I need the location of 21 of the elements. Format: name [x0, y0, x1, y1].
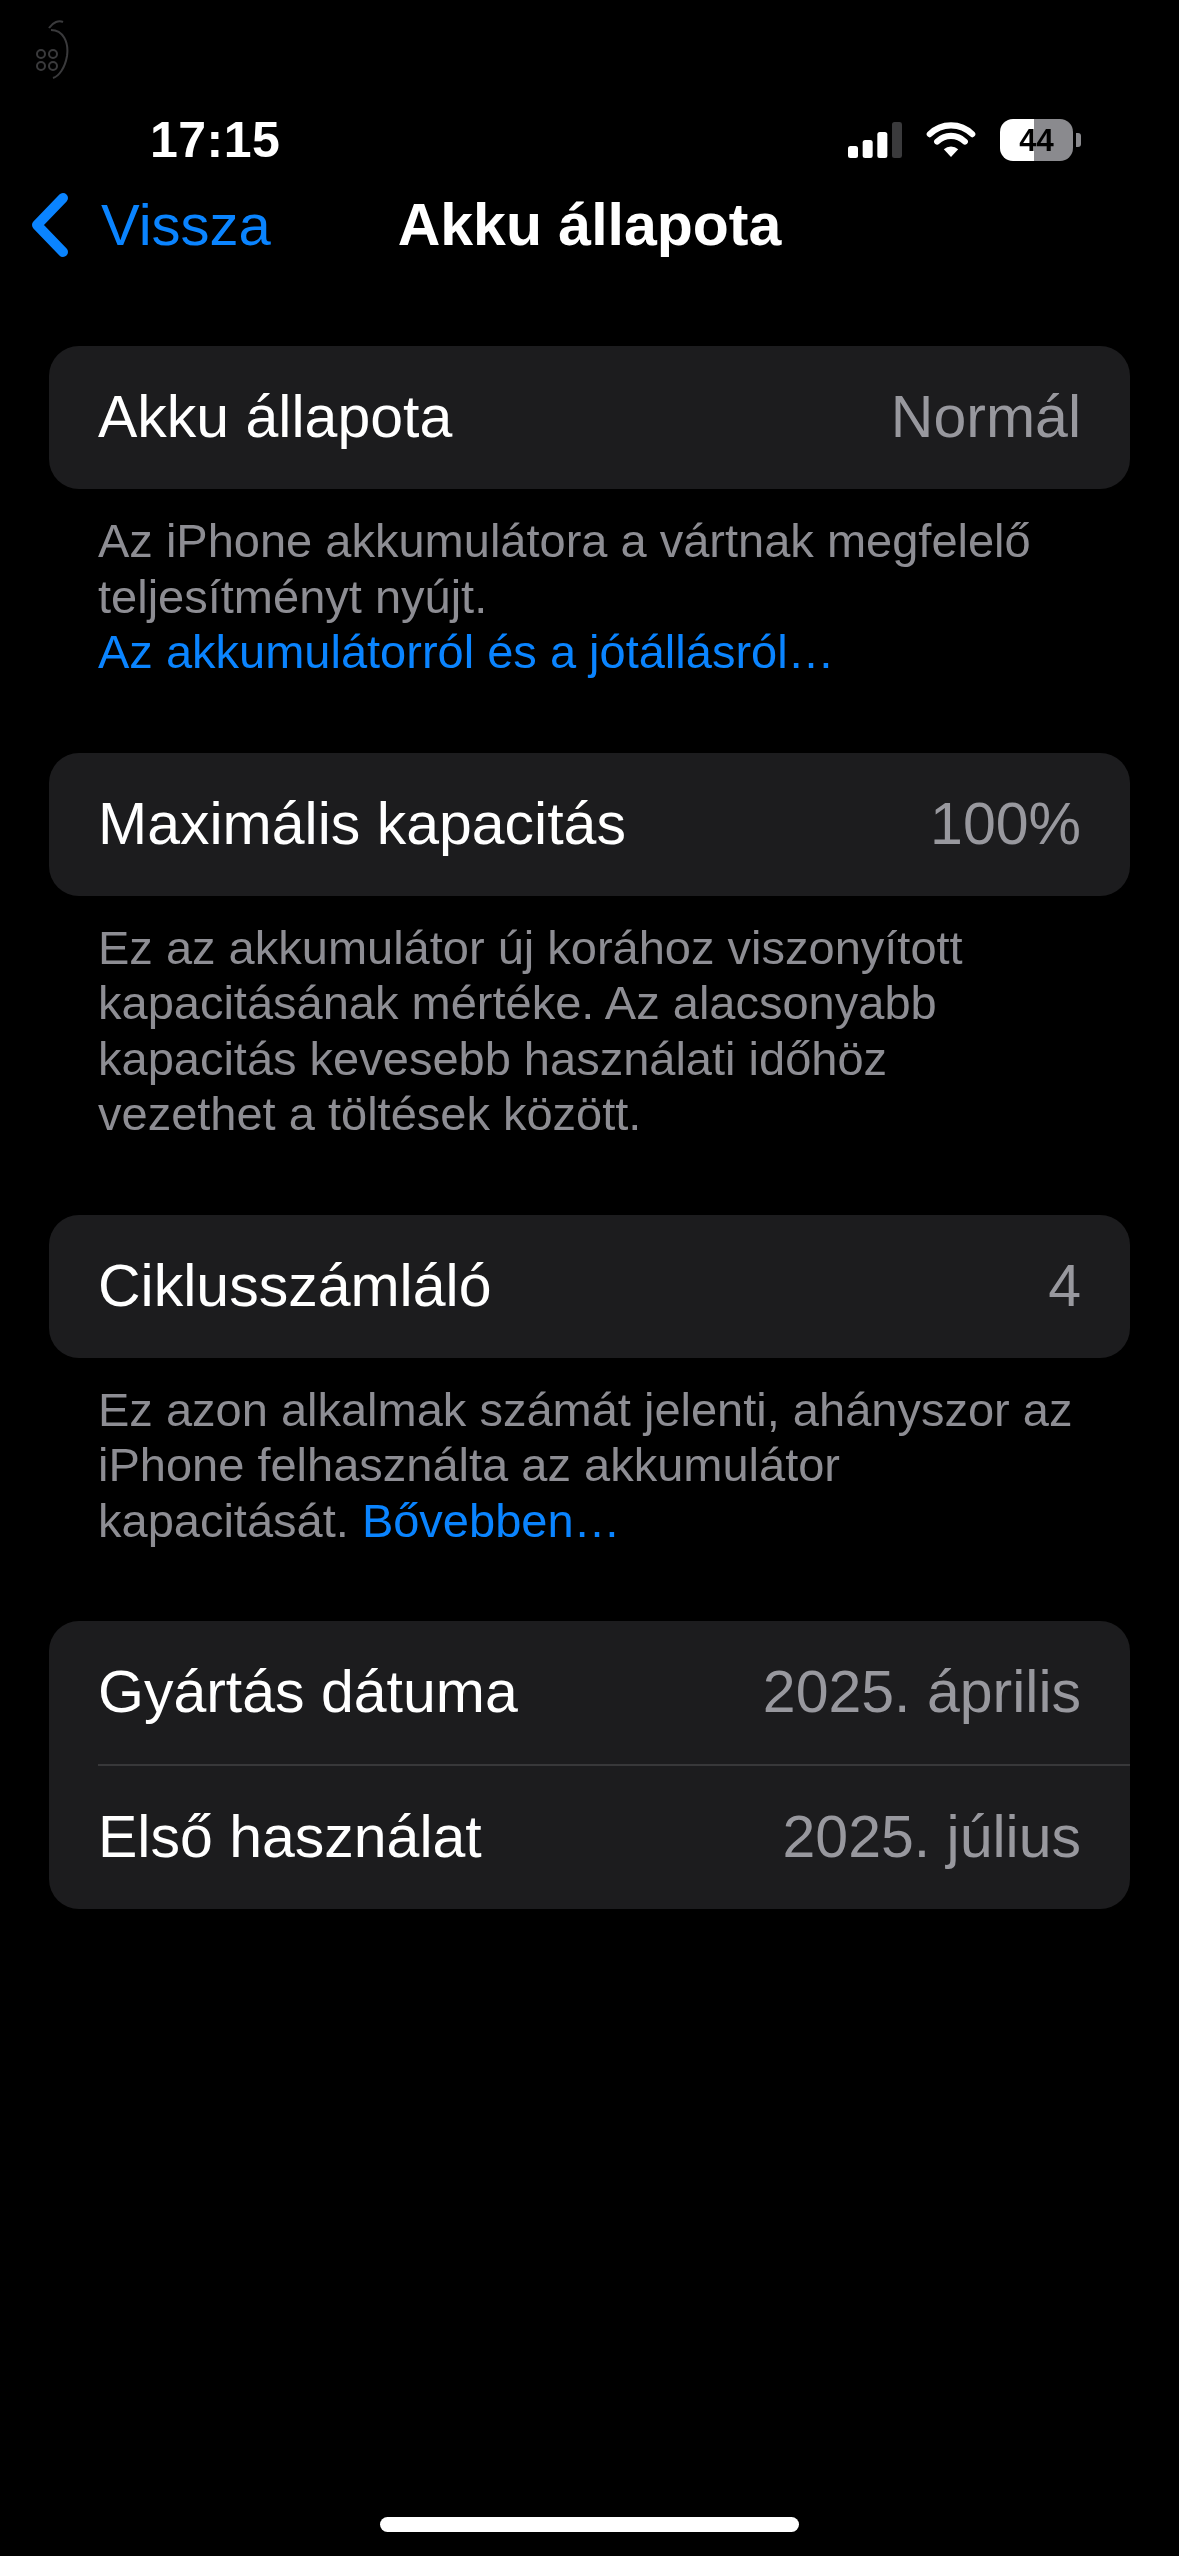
footer-text: Ez az akkumulátor új korához viszonyított kapacitásának mértéke. Az alacsonyabb kapacitás kevesebb használati időhöz vezethet a töltések között.	[98, 919, 964, 1142]
row-value: 2025. április	[762, 1660, 1081, 1725]
wifi-icon	[926, 122, 976, 158]
row-value: 100%	[930, 791, 1081, 857]
status-time: 17:15	[150, 115, 281, 165]
signal-icon	[848, 122, 902, 158]
footer-text: Az iPhone akkumulátora a vártnak megfelelő teljesítményt nyújt. Az akkumulátorról és a jótállásról…	[98, 513, 1032, 680]
row-label: Maximális kapacitás	[98, 791, 626, 857]
row-label: Első használat	[98, 1805, 482, 1870]
row-value: Normál	[890, 385, 1081, 450]
row-label: Akku állapota	[98, 385, 453, 450]
row-value: 4	[1048, 1253, 1081, 1319]
footer-link[interactable]: Az akkumulátorról és a jótállásról…	[98, 625, 835, 678]
nav-title: Akku állapota	[397, 192, 782, 258]
row-value: 2025. július	[782, 1805, 1081, 1870]
row-label: Ciklusszámláló	[98, 1253, 492, 1319]
footer-text: Ez azon alkalmak számát jelenti, ahányszor az iPhone felhasználta az akkumulátor kapacitását. Bővebben…	[98, 1381, 1074, 1548]
back-button[interactable]: Vissza	[29, 192, 271, 258]
row-label: Gyártás dátuma	[98, 1660, 518, 1725]
chevron-left-icon	[29, 192, 69, 258]
footer-link[interactable]: Bővebben…	[361, 1493, 621, 1547]
